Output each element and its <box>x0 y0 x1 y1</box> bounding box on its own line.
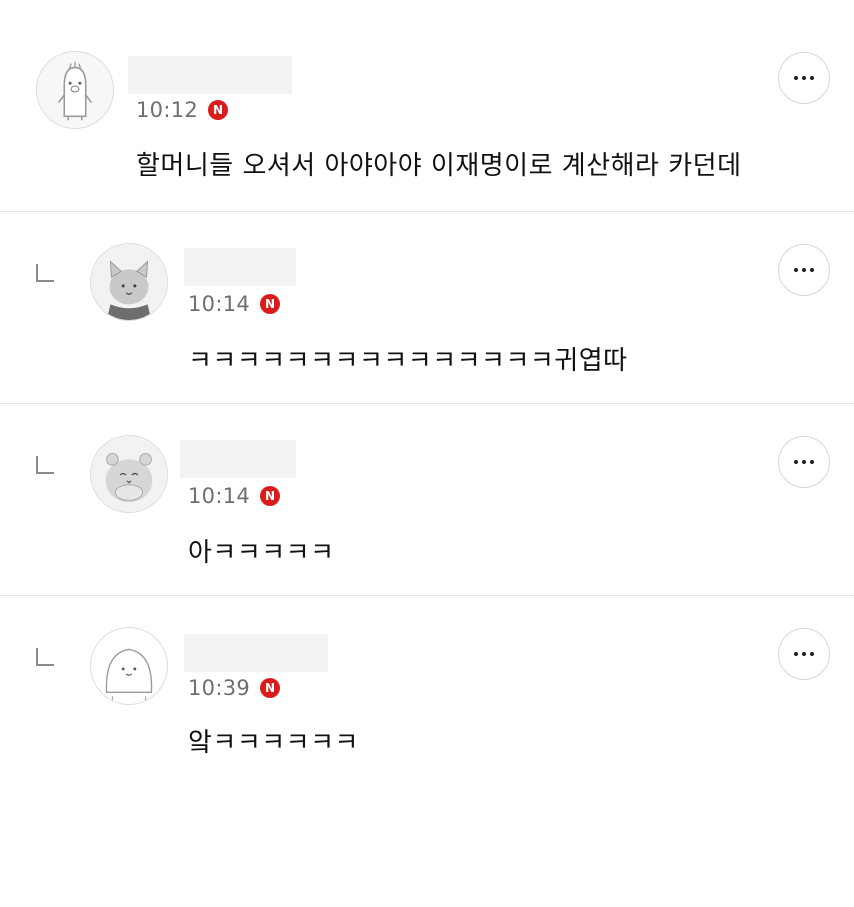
more-options-button[interactable] <box>778 52 830 104</box>
ellipsis-icon <box>794 76 814 80</box>
hamster-avatar-icon[interactable] <box>90 435 168 513</box>
more-options-button[interactable] <box>778 244 830 296</box>
new-badge: N <box>260 294 281 314</box>
comment-text: 할머니들 오셔서 아야아야 이재명이로 계산해라 카던데 <box>136 151 742 181</box>
comment-text: ㅋㅋㅋㅋㅋㅋㅋㅋㅋㅋㅋㅋㅋㅋㅋ귀엽따 <box>188 346 628 376</box>
comment-time: 10:14 <box>188 484 251 508</box>
comment-time: 10:12 <box>136 98 199 122</box>
reply-arrow-icon <box>36 648 54 666</box>
new-badge: N <box>260 678 281 698</box>
cat-avatar-icon[interactable] <box>90 243 168 321</box>
more-options-button[interactable] <box>778 628 830 680</box>
comment-text: 앜ㅋㅋㅋㅋㅋㅋ <box>188 728 359 758</box>
comment-item: 10:39 N 앜ㅋㅋㅋㅋㅋㅋ <box>0 596 854 907</box>
more-options-button[interactable] <box>778 436 830 488</box>
comment-item: 10:12 N 할머니들 오셔서 아야아야 이재명이로 계산해라 카던데 <box>0 0 854 212</box>
author-name-redacted <box>180 440 296 478</box>
reply-arrow-icon <box>36 456 54 474</box>
blob-avatar-icon[interactable] <box>90 627 168 705</box>
penguin-avatar-icon[interactable] <box>36 51 114 129</box>
author-name-redacted <box>184 634 328 672</box>
comment-time: 10:39 <box>188 676 251 700</box>
ellipsis-icon <box>794 268 814 272</box>
author-name-redacted <box>184 248 296 286</box>
reply-arrow-icon <box>36 264 54 282</box>
comment-meta: 10:14 N <box>188 484 281 508</box>
comment-meta: 10:12 N <box>136 98 229 122</box>
comment-item: 10:14 N ㅋㅋㅋㅋㅋㅋㅋㅋㅋㅋㅋㅋㅋㅋㅋ귀엽따 <box>0 212 854 404</box>
ellipsis-icon <box>794 460 814 464</box>
new-badge: N <box>208 100 229 120</box>
author-name-redacted <box>128 56 292 94</box>
comment-time: 10:14 <box>188 292 251 316</box>
comment-meta: 10:39 N <box>188 676 281 700</box>
comment-item: 10:14 N 아ㅋㅋㅋㅋㅋ <box>0 404 854 596</box>
new-badge: N <box>260 486 281 506</box>
ellipsis-icon <box>794 652 814 656</box>
comment-meta: 10:14 N <box>188 292 281 316</box>
comment-text: 아ㅋㅋㅋㅋㅋ <box>188 538 335 568</box>
